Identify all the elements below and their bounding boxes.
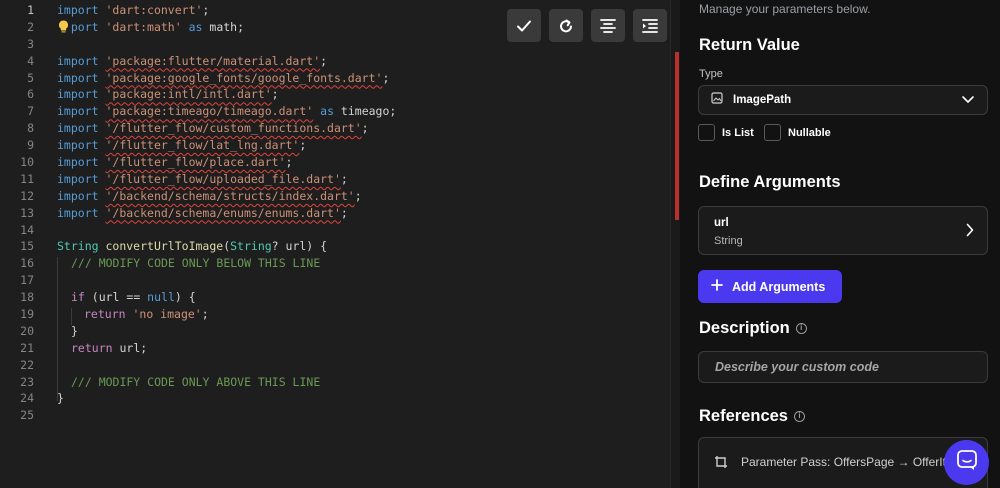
code-line-13: import '/backend/schema/enums/enums.dart… (57, 205, 348, 220)
description-input[interactable] (699, 352, 987, 382)
line-number: 7 (27, 104, 34, 119)
editor-toolbar (507, 9, 667, 42)
line-number: 12 (20, 188, 34, 203)
nullable-label: Nullable (788, 126, 831, 139)
type-select[interactable]: ImagePath (698, 85, 988, 115)
code-line-12: import '/backend/schema/structs/index.da… (57, 188, 362, 203)
indent-icon[interactable] (633, 9, 667, 42)
error-indicator (675, 52, 679, 220)
code-line-23: /// MODIFY CODE ONLY ABOVE THIS LINE (71, 374, 321, 389)
line-number: 3 (27, 36, 34, 51)
lightbulb-icon[interactable] (58, 20, 69, 37)
line-number: 22 (20, 357, 34, 372)
code-line-10: import '/flutter_flow/place.dart'; (57, 155, 293, 170)
line-number: 5 (27, 70, 34, 85)
code-line-24: } (57, 391, 64, 406)
argument-card-url[interactable]: url String (698, 206, 988, 255)
description-heading: Description i (699, 319, 807, 338)
image-icon (711, 91, 723, 109)
chat-icon (956, 449, 978, 476)
line-number: 6 (27, 87, 34, 102)
add-arguments-button[interactable]: Add Arguments (698, 270, 842, 303)
line-number: 8 (27, 121, 34, 136)
checkbox-box[interactable] (764, 124, 781, 141)
format-align-icon[interactable] (591, 9, 625, 42)
reference-text: Parameter Pass: OffersPage → OfferIt (741, 455, 946, 469)
nullable-checkbox[interactable]: Nullable (764, 124, 831, 141)
check-icon[interactable] (507, 9, 541, 42)
code-editor[interactable]: 1 2 3 4 5 6 7 8 9 10 11 12 13 14 15 16 17 18 19 20 21 22 23 24 2… (0, 0, 670, 488)
line-number-gutter: 1 2 3 4 5 6 7 8 9 10 11 12 13 14 15 16 17 18 19 20 21 22 23 24 2… (0, 2, 34, 424)
define-arguments-heading: Define Arguments (699, 173, 841, 191)
is-list-checkbox[interactable]: Is List (698, 124, 754, 141)
line-number: 11 (20, 171, 34, 186)
line-number: 17 (20, 273, 34, 288)
references-heading-text: References (699, 407, 788, 425)
code-lines[interactable]: import 'dart:convert'; port 'dart:math' … (57, 2, 670, 424)
code-line-9: import '/flutter_flow/lat_lng.dart'; (57, 138, 307, 153)
type-select-value: ImagePath (733, 94, 792, 106)
line-number: 10 (20, 155, 34, 170)
line-number: 23 (20, 374, 34, 389)
line-number: 2 (27, 19, 34, 34)
code-line-8: import '/flutter_flow/custom_functions.d… (57, 121, 369, 136)
info-icon[interactable]: i (795, 323, 807, 335)
code-line-20: } (71, 323, 78, 338)
argument-name: url (714, 217, 729, 229)
argument-type: String (714, 235, 743, 247)
line-number: 9 (27, 138, 34, 153)
chat-support-button[interactable] (944, 440, 989, 485)
checkbox-box[interactable] (698, 124, 715, 141)
crop-frame-icon (714, 455, 729, 475)
code-line-6: import 'package:intl/intl.dart'; (57, 87, 279, 102)
return-value-heading: Return Value (699, 36, 800, 54)
type-label: Type (699, 68, 723, 80)
code-line-16: /// MODIFY CODE ONLY BELOW THIS LINE (71, 256, 321, 271)
parameters-panel: Manage your parameters below. Return Val… (680, 0, 1000, 488)
line-number: 20 (20, 323, 34, 338)
line-number: 16 (20, 256, 34, 271)
plus-icon (711, 279, 723, 294)
line-number: 1 (27, 3, 34, 17)
chevron-right-icon (965, 222, 975, 243)
code-line-18: if (url == null) { (71, 290, 196, 305)
info-icon[interactable]: i (793, 411, 805, 423)
line-number: 13 (20, 205, 34, 220)
line-number: 15 (20, 239, 34, 254)
line-number: 21 (20, 340, 34, 355)
code-line-7: import 'package:timeago/timeago.dart' as… (57, 104, 397, 119)
code-line-5: import 'package:google_fonts/google_font… (57, 70, 390, 85)
line-number: 14 (20, 222, 34, 237)
code-line-11: import '/flutter_flow/uploaded_file.dart… (57, 171, 348, 186)
description-heading-text: Description (699, 319, 790, 337)
line-number: 18 (20, 290, 34, 305)
panel-hint: Manage your parameters below. (699, 2, 871, 16)
description-field[interactable] (698, 351, 988, 383)
refresh-icon[interactable] (549, 9, 583, 42)
chevron-down-icon (961, 91, 975, 109)
line-number: 19 (20, 307, 34, 322)
line-number: 4 (27, 53, 34, 68)
code-line-15: String convertUrlToImage(String? url) { (57, 239, 328, 254)
code-line-19: return 'no image'; (84, 307, 209, 322)
line-number: 24 (20, 391, 34, 406)
is-list-label: Is List (722, 126, 754, 139)
code-line-21: return url; (71, 340, 148, 355)
code-line-4: import 'package:flutter/material.dart'; (57, 53, 328, 68)
line-number: 25 (20, 408, 34, 423)
references-heading: References i (699, 407, 805, 426)
add-arguments-label: Add Arguments (732, 279, 826, 294)
